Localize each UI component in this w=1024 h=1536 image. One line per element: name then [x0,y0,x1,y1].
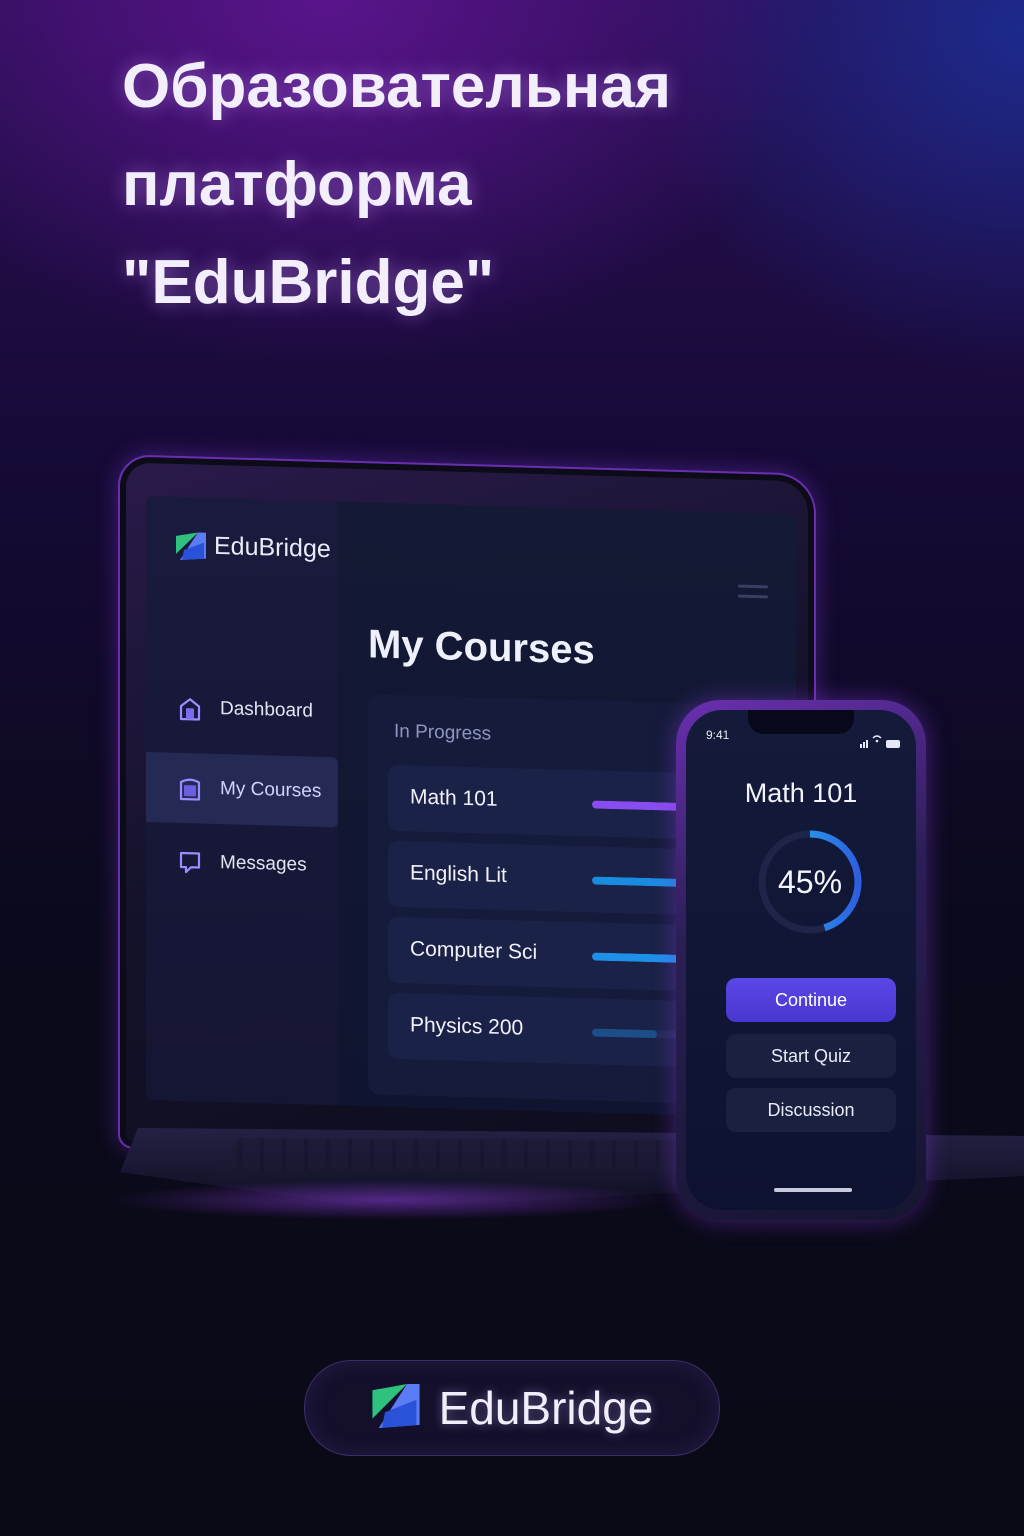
brand[interactable]: EduBridge [176,531,331,564]
status-time: 9:41 [706,728,730,742]
brand-name: EduBridge [214,531,331,564]
edubridge-logo-icon [371,1383,421,1433]
chat-icon [178,850,202,875]
brand-badge: EduBridge [304,1360,720,1456]
sidebar-item-label: My Courses [220,778,322,802]
phone-notch [748,710,854,734]
section-label: In Progress [394,720,492,745]
home-icon [178,696,202,721]
book-icon [178,776,202,801]
brand-badge-text: EduBridge [438,1382,654,1434]
headline-line-3: "EduBridge" [122,248,495,317]
headline-line-1: Образовательная [122,52,672,121]
course-name: Math 101 [410,785,498,811]
edubridge-logo-icon [176,531,206,560]
sidebar-item-label: Dashboard [220,698,313,722]
home-indicator [774,1188,852,1192]
signal-icon [860,740,868,748]
sidebar-item-messages[interactable]: Messages [146,826,338,901]
wifi-icon [872,730,882,748]
course-name: English Lit [410,861,507,888]
course-name: Physics 200 [410,1013,524,1040]
sidebar: EduBridge Dashboard My Courses Messages [146,496,338,1106]
phone-device: 9:41 Math 101 45% Continue Start Quiz Di… [676,700,926,1220]
battery-icon [886,740,900,748]
phone-screen: 9:41 Math 101 45% Continue Start Quiz Di… [686,710,916,1210]
laptop-glow [110,1180,670,1220]
page-title: My Courses [368,622,595,673]
sidebar-item-dashboard[interactable]: Dashboard [146,672,338,747]
sidebar-item-my-courses[interactable]: My Courses [146,752,338,828]
discussion-button[interactable]: Discussion [726,1088,896,1132]
status-icons [860,730,900,748]
hamburger-menu-icon[interactable] [738,584,768,606]
headline-line-2: платформа [122,150,472,219]
page-headline: Образовательная платформа "EduBridge" [122,38,671,332]
course-name: Computer Sci [410,937,538,964]
start-quiz-button[interactable]: Start Quiz [726,1034,896,1078]
continue-button[interactable]: Continue [726,978,896,1022]
phone-course-title: Math 101 [744,778,858,808]
sidebar-item-label: Messages [220,852,307,876]
progress-percent: 45% [777,863,843,900]
course-progress-fill [592,1028,657,1039]
